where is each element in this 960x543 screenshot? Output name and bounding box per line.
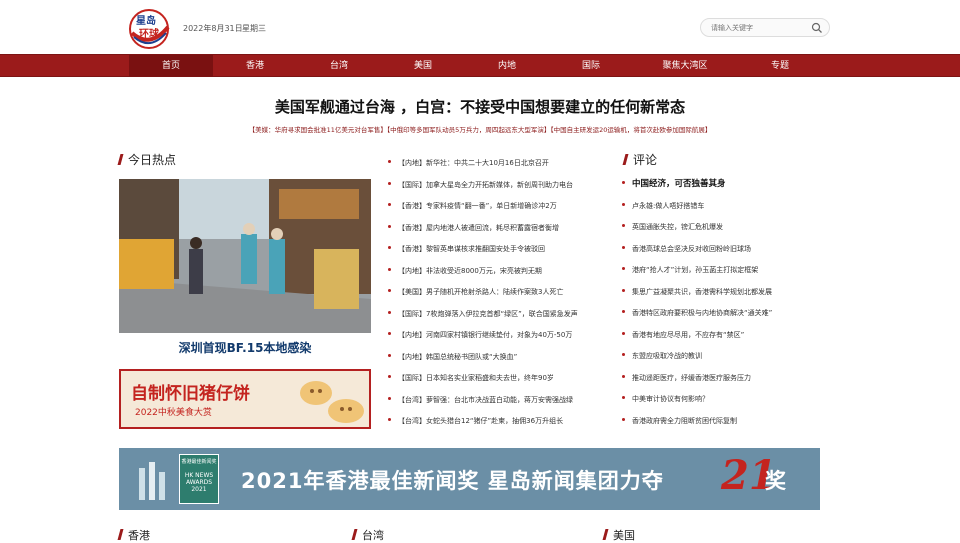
- hot-title-text: 今日热点: [128, 153, 177, 167]
- section-marker: [602, 529, 609, 540]
- list-item[interactable]: 东盟应吸取冷战的教训: [622, 346, 822, 368]
- nav-greater-bay-area[interactable]: 聚焦大湾区: [643, 55, 727, 77]
- section-marker: [622, 154, 629, 165]
- sub-headlines[interactable]: 【美媒：华府寻求国会批准11亿美元对台军售】【中俄印等多国军队动员5万兵力，周四…: [0, 124, 960, 134]
- top-header: 星岛 环球 2022年8月31日 星期三: [0, 0, 960, 54]
- list-item[interactable]: 卢永雄:做人唔好搭错车: [622, 196, 822, 218]
- search-input[interactable]: [711, 21, 811, 35]
- promo-subtitle: 2022中秋美食大赏: [135, 408, 212, 418]
- nav-taiwan[interactable]: 台湾: [297, 55, 381, 77]
- comment-section-title: 评论: [622, 151, 658, 168]
- list-item[interactable]: 中美审计协议有何影响？: [622, 389, 822, 411]
- awards-label: 2021: [191, 486, 207, 493]
- hot-section-title: 今日热点: [117, 151, 177, 168]
- list-item[interactable]: 港府“抢人才”计划，孙玉菡主打拟定框架: [622, 260, 822, 282]
- street-scene-image: [119, 179, 371, 333]
- nav-special-topics[interactable]: 专题: [738, 55, 822, 77]
- nav-mainland[interactable]: 内地: [465, 55, 549, 77]
- list-item[interactable]: 【美国】男子随机开枪射杀路人：陆续作案致3人死亡: [388, 282, 610, 304]
- news-awards-banner[interactable]: 香港最佳新闻奖 HK NEWS AWARDS 2021 2021年香港最佳新闻奖…: [119, 448, 820, 510]
- list-item[interactable]: 集思广益凝聚共识，香港需科学规划北都发展: [622, 282, 822, 304]
- section-marker: [117, 154, 124, 165]
- section-label: 美国: [613, 529, 635, 542]
- list-item[interactable]: 【内地】新华社：中共二十大10月16日北京召开: [388, 153, 610, 175]
- list-item[interactable]: 【香港】屋内地港人被遣回流，耗尽积蓄露宿者衡增: [388, 218, 610, 240]
- svg-text:星岛: 星岛: [136, 14, 156, 27]
- list-item[interactable]: 【内地】河南四家村镇银行继续垫付，对象为40万-50万: [388, 325, 610, 347]
- photo-caption[interactable]: 深圳首现BF.15本地感染: [119, 339, 371, 356]
- nav-home[interactable]: 首页: [129, 55, 213, 77]
- promo-title: 自制怀旧猪仔饼: [131, 384, 250, 404]
- current-weekday: 星期三: [242, 24, 266, 33]
- list-item[interactable]: 香港高球总会坚决反对收回粉岭旧球场: [622, 239, 822, 261]
- hot-news-list: 【内地】新华社：中共二十大10月16日北京召开 【国际】加拿大星岛全力开拓新媒体…: [388, 153, 610, 433]
- piglet-cookie-icon: [300, 381, 364, 423]
- comment-list: 中国经济，可否独善其身 卢永雄:做人唔好搭错车 英国通胀失控，镑汇危机爆发 香港…: [622, 174, 822, 432]
- banner-suffix: 奖: [765, 469, 786, 493]
- list-item[interactable]: 英国通胀失控，镑汇危机爆发: [622, 217, 822, 239]
- search-box: [700, 18, 830, 37]
- trophy-bars-icon: [139, 462, 165, 500]
- nav-international[interactable]: 国际: [549, 55, 633, 77]
- section-marker: [117, 529, 124, 540]
- banner-headline: 2021年香港最佳新闻奖 星岛新闻集团力夺: [241, 469, 664, 493]
- section-label: 香港: [128, 529, 150, 542]
- nav-usa[interactable]: 美国: [381, 55, 465, 77]
- list-item[interactable]: 【国际】7枚炮弹落入伊拉克首都“绿区”，联合国紧急发声: [388, 304, 610, 326]
- comment-title-text: 评论: [633, 153, 658, 167]
- nav-hongkong[interactable]: 香港: [213, 55, 297, 77]
- list-item[interactable]: 香港有地应尽尽用，不应存有“禁区”: [622, 325, 822, 347]
- list-item[interactable]: 【国际】日本知名实业家稻盛和夫去世，终年90岁: [388, 368, 610, 390]
- hot-news-photo[interactable]: [119, 179, 371, 333]
- awards-label: AWARDS: [185, 479, 213, 486]
- list-item[interactable]: 【国际】加拿大星岛全力开拓新媒体，新创周刊助力电台: [388, 175, 610, 197]
- list-item[interactable]: 【内地】非法收受近8000万元，宋亮被判无期: [388, 261, 610, 283]
- current-date: 2022年8月31日: [183, 24, 243, 33]
- awards-label: 香港最佳新闻奖: [181, 459, 217, 465]
- section-usa[interactable]: 美国: [602, 527, 635, 543]
- list-item[interactable]: 【台湾】萝智强：台北市决战蓝白动能，蒋万安需强战绿: [388, 390, 610, 412]
- list-item[interactable]: 香港政府需全力阻断贫困代际复制: [622, 411, 822, 433]
- site-logo[interactable]: 星岛 环球: [128, 7, 172, 49]
- list-item[interactable]: 推动遥距医疗，纾缓香港医疗服务压力: [622, 368, 822, 390]
- hk-news-awards-badge: 香港最佳新闻奖 HK NEWS AWARDS 2021: [179, 454, 219, 504]
- section-hongkong[interactable]: 香港: [117, 527, 150, 543]
- search-icon[interactable]: [811, 22, 823, 34]
- list-item[interactable]: 中国经济，可否独善其身: [622, 174, 822, 196]
- main-headline[interactable]: 美国军舰通过台海 ，白宫：不接受中国想要建立的任何新常态: [0, 96, 960, 117]
- awards-label: HK NEWS: [184, 472, 214, 479]
- list-item[interactable]: 【香港】黎智英串谋核求推翻国安处手令被驳回: [388, 239, 610, 261]
- list-item[interactable]: 【内地】韩国总统秘书团队或“大换血”: [388, 347, 610, 369]
- list-item[interactable]: 【香港】专家料疫情“翻一番”，单日新增确诊冲2万: [388, 196, 610, 218]
- list-item[interactable]: 【台湾】女蛇头猎台12“猪仔”赴柬，抽佣36万升组长: [388, 411, 610, 433]
- section-taiwan[interactable]: 台湾: [351, 527, 384, 543]
- list-item[interactable]: 香港特区政府要积极与内地协商解决“通关难”: [622, 303, 822, 325]
- svg-text:环球: 环球: [139, 27, 160, 40]
- section-label: 台湾: [362, 529, 384, 542]
- main-nav: 首页 香港 台湾 美国 内地 国际 聚焦大湾区 专题: [0, 54, 960, 77]
- mooncake-promo-banner[interactable]: 自制怀旧猪仔饼 2022中秋美食大赏: [119, 369, 371, 429]
- section-marker: [351, 529, 358, 540]
